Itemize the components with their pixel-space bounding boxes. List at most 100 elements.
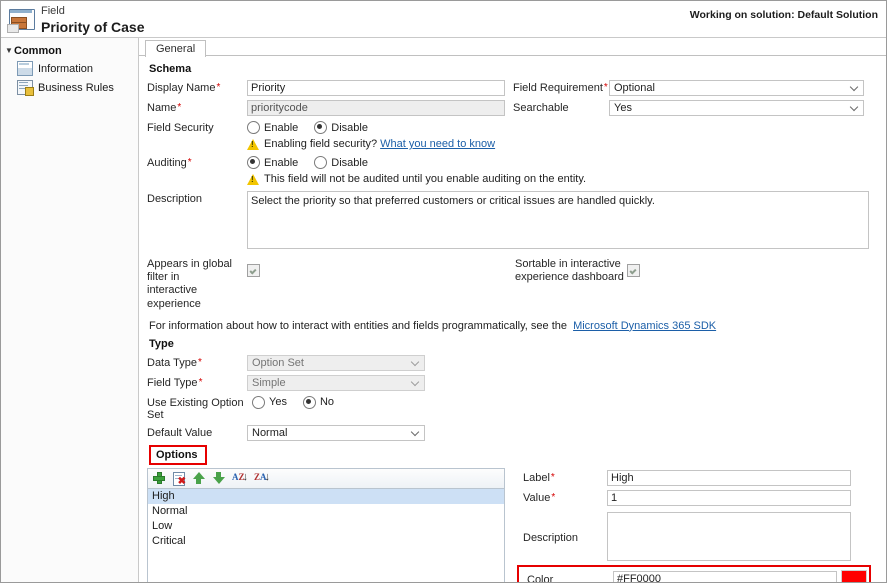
use-existing-option-yes[interactable]: Yes xyxy=(252,396,287,409)
global-filter-label: Appears in global filter in interactive … xyxy=(147,258,247,311)
default-value-select[interactable]: Normal xyxy=(247,425,425,441)
name-label: Name* xyxy=(147,100,247,114)
field-security-option-disable[interactable]: Disable xyxy=(314,121,368,134)
option-value-input[interactable] xyxy=(607,490,851,506)
radio-label: Disable xyxy=(331,157,368,169)
row-option-description: Description xyxy=(523,512,871,561)
required-marker: * xyxy=(188,157,192,168)
default-value-label: Default Value xyxy=(147,425,247,439)
field-type-label: Field Type* xyxy=(147,375,247,389)
interactive-experience-row: Appears in global filter in interactive … xyxy=(147,258,876,311)
radio-label: No xyxy=(320,396,334,408)
global-filter-checkbox[interactable] xyxy=(247,264,260,277)
description-label: Description xyxy=(147,191,247,205)
display-name-input[interactable] xyxy=(247,80,505,96)
data-type-select-wrap: Option Set xyxy=(247,355,425,371)
body-split: ▼ Common Information Business Rules Gene… xyxy=(1,37,886,582)
row-field-security: Field Security Enable Disable xyxy=(147,120,876,134)
schema-section-title: Schema xyxy=(149,63,876,75)
radio-label: Yes xyxy=(269,396,287,408)
sidebar-item-label: Information xyxy=(38,63,93,75)
auditing-option-enable[interactable]: Enable xyxy=(247,156,298,169)
row-display-name: Display Name* Field Requirement* Optiona… xyxy=(147,80,876,96)
field-security-warning: Enabling field security? What you need t… xyxy=(247,138,876,150)
options-toolbar: ✖ AZ↓ ZA↓ xyxy=(147,468,505,488)
sdk-info-text: For information about how to interact wi… xyxy=(149,320,567,332)
sort-ascending-icon[interactable]: AZ↓ xyxy=(232,471,248,485)
list-item[interactable]: Normal xyxy=(148,504,504,519)
option-label-label: Label* xyxy=(523,470,607,484)
radio-label: Disable xyxy=(331,122,368,134)
list-item[interactable]: Low xyxy=(148,519,504,534)
sortable-checkbox[interactable] xyxy=(627,264,640,277)
warning-icon xyxy=(247,174,259,185)
page-title: Priority of Case xyxy=(41,19,144,35)
use-existing-option-no[interactable]: No xyxy=(303,396,334,409)
list-item[interactable]: Critical xyxy=(148,534,504,549)
radio-icon xyxy=(314,121,327,134)
sidebar-item-information[interactable]: Information xyxy=(1,59,138,78)
options-list[interactable]: High Normal Low Critical xyxy=(147,488,505,582)
sidebar-item-business-rules[interactable]: Business Rules xyxy=(1,78,138,97)
header-titles: Field Priority of Case xyxy=(41,5,144,35)
row-option-label: Label* xyxy=(523,470,871,486)
searchable-select[interactable]: Yes xyxy=(609,100,864,116)
searchable-label: Searchable xyxy=(513,100,609,114)
auditing-option-disable[interactable]: Disable xyxy=(314,156,368,169)
required-marker: * xyxy=(216,82,220,93)
auditing-label: Auditing* xyxy=(147,155,247,169)
radio-label: Enable xyxy=(264,157,298,169)
radio-icon xyxy=(247,156,260,169)
field-type-select-wrap: Simple xyxy=(247,375,425,391)
field-type-select[interactable]: Simple xyxy=(247,375,425,391)
required-marker: * xyxy=(604,82,608,93)
expand-collapse-icon[interactable]: ▼ xyxy=(5,47,14,55)
use-existing-label: Use Existing Option Set xyxy=(147,395,252,421)
option-description-textarea[interactable] xyxy=(607,512,851,561)
data-type-select[interactable]: Option Set xyxy=(247,355,425,371)
row-auditing: Auditing* Enable Disable xyxy=(147,155,876,169)
searchable-select-wrap: Yes xyxy=(609,100,864,116)
warning-text: This field will not be audited until you… xyxy=(264,173,586,185)
tab-general[interactable]: General xyxy=(145,40,206,57)
row-name: Name* Searchable Yes xyxy=(147,100,876,116)
name-input[interactable] xyxy=(247,100,505,116)
display-name-field-wrap xyxy=(247,80,505,96)
sort-descending-icon[interactable]: ZA↓ xyxy=(254,471,270,485)
data-type-label: Data Type* xyxy=(147,355,247,369)
move-up-icon[interactable] xyxy=(192,471,206,485)
window-header: Field Priority of Case Working on soluti… xyxy=(1,1,886,37)
type-section-title: Type xyxy=(149,338,876,350)
field-security-option-enable[interactable]: Enable xyxy=(247,121,298,134)
content-pane: General Schema Display Name* Field Requi… xyxy=(139,38,886,582)
warning-icon xyxy=(247,139,259,150)
options-area: ✖ AZ↓ ZA↓ High xyxy=(147,468,876,582)
display-name-label: Display Name* xyxy=(147,80,247,94)
color-swatch[interactable] xyxy=(841,570,867,582)
list-item[interactable]: High xyxy=(148,489,504,504)
description-textarea[interactable] xyxy=(247,191,869,249)
auditing-warning: This field will not be audited until you… xyxy=(247,173,876,185)
information-icon xyxy=(17,61,33,76)
option-label-input[interactable] xyxy=(607,470,851,486)
move-down-icon[interactable] xyxy=(212,471,226,485)
tab-strip: General xyxy=(139,38,886,56)
add-option-icon[interactable] xyxy=(152,471,166,485)
field-security-radio-group: Enable Disable xyxy=(247,120,384,134)
option-color-label: Color xyxy=(523,572,613,582)
options-list-panel: ✖ AZ↓ ZA↓ High xyxy=(147,468,505,582)
field-security-help-link[interactable]: What you need to know xyxy=(380,138,495,150)
options-section-title: Options xyxy=(156,449,198,461)
sdk-info-line: For information about how to interact wi… xyxy=(149,320,876,332)
required-marker: * xyxy=(177,102,181,113)
sdk-link[interactable]: Microsoft Dynamics 365 SDK xyxy=(573,320,716,332)
required-marker: * xyxy=(551,492,555,503)
sidebar-group-common[interactable]: ▼ Common xyxy=(1,44,138,59)
use-existing-radio-group: Yes No xyxy=(252,395,350,409)
delete-option-icon[interactable]: ✖ xyxy=(172,471,186,485)
field-requirement-select[interactable]: Optional xyxy=(609,80,864,96)
description-field-wrap xyxy=(247,191,869,252)
option-color-input[interactable] xyxy=(613,571,837,582)
row-use-existing-option-set: Use Existing Option Set Yes No xyxy=(147,395,876,421)
name-field-wrap xyxy=(247,100,505,116)
